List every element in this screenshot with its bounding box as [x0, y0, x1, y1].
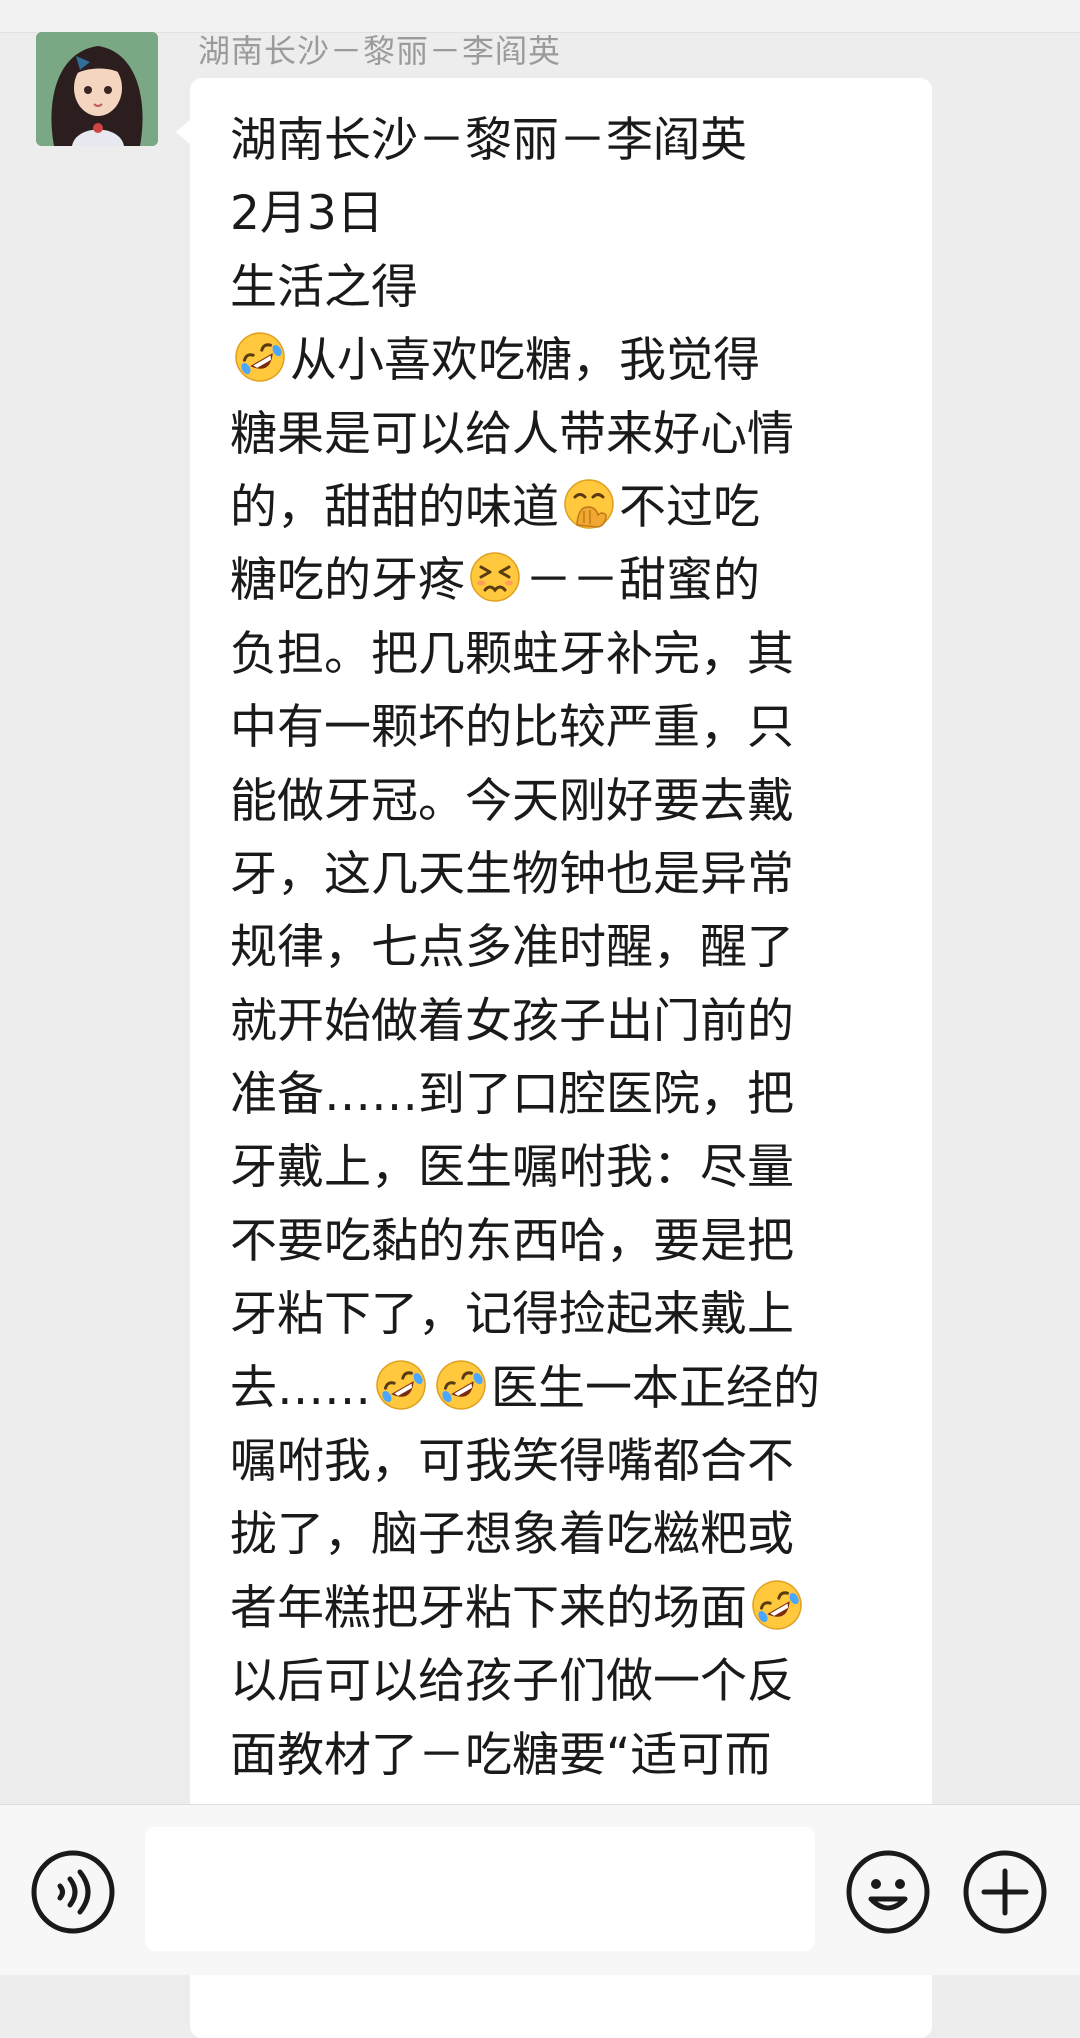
message-line: 规律，七点多准时醒，醒了 — [230, 911, 870, 984]
rofl-emoji — [374, 1358, 428, 1412]
message-text-segment: 生活之得 — [230, 259, 418, 315]
message-line: 以后可以给孩子们做一个反 — [230, 1645, 870, 1718]
rofl-emoji — [233, 330, 287, 384]
message-text-segment: 不过吃 — [619, 479, 760, 535]
message-line: 湖南长沙－黎丽－李阎英 — [230, 104, 870, 177]
message-text-segment: －－甜蜜的 — [525, 553, 760, 609]
emoji-face-icon[interactable] — [845, 1849, 931, 1935]
message-text-segment: 面教材了－吃糖要“适可而 — [230, 1727, 772, 1783]
message-text-segment: 医生一本正经的 — [491, 1360, 820, 1416]
message-text-segment: 去…… — [230, 1360, 371, 1416]
message-text-segment: 2月3日 — [230, 186, 384, 242]
message-line: 拢了，脑子想象着吃糍粑或 — [230, 1498, 870, 1571]
message-line: 嘱咐我，可我笑得嘴都合不 — [230, 1425, 870, 1498]
message-text-segment: 糖果是可以给人带来好心情 — [230, 406, 794, 462]
message-line: 去…… 医生一本正经的 — [230, 1352, 870, 1425]
avatar-image — [36, 32, 158, 146]
message-text-segment: 牙，这几天生物钟也是异常 — [230, 846, 794, 902]
message-text-segment: 者年糕把牙粘下来的场面 — [230, 1580, 747, 1636]
message-text-segment: 以后可以给孩子们做一个反 — [230, 1654, 794, 1710]
message-text-segment: 准备……到了口腔医院，把 — [230, 1067, 794, 1123]
message-text-segment: 规律，七点多准时醒，醒了 — [230, 920, 794, 976]
message-line: 不要吃黏的东西哈，要是把 — [230, 1205, 870, 1278]
message-text-segment: 糖吃的牙疼 — [230, 553, 465, 609]
message-line: 牙戴上，医生嘱咐我：尽量 — [230, 1131, 870, 1204]
message-line: 糖果是可以给人带来好心情 — [230, 398, 870, 471]
message-text-segment: 不要吃黏的东西哈，要是把 — [230, 1213, 794, 1269]
message-line: 的，甜甜的味道 不过吃 — [230, 471, 870, 544]
message-line: 面教材了－吃糖要“适可而 — [230, 1719, 870, 1792]
message-line: 负担。把几颗蛀牙补完，其 — [230, 618, 870, 691]
message-text-segment: 牙戴上，医生嘱咐我：尽量 — [230, 1140, 794, 1196]
message-line: 准备……到了口腔医院，把 — [230, 1058, 870, 1131]
message-text-segment: 嘱咐我，可我笑得嘴都合不 — [230, 1434, 794, 1490]
message-text-segment: 拢了，脑子想象着吃糍粑或 — [230, 1507, 794, 1563]
persevering-face-emoji — [468, 550, 522, 604]
message-text-segment: 中有一颗坏的比较严重，只 — [230, 700, 794, 756]
rofl-emoji — [434, 1358, 488, 1412]
message-text-segment: 湖南长沙－黎丽－李阎英 — [230, 113, 747, 168]
message-input[interactable] — [145, 1827, 815, 1951]
sender-name: 湖南长沙－黎丽－李阎英 — [198, 32, 562, 70]
plus-icon[interactable] — [962, 1849, 1048, 1935]
hand-over-mouth-emoji — [562, 477, 616, 531]
message-text-segment: 能做牙冠。今天刚好要去戴 — [230, 773, 794, 829]
message-text-segment: 牙粘下了，记得捡起来戴上 — [230, 1287, 794, 1343]
message-text-segment: 就开始做着女孩子出门前的 — [230, 993, 794, 1049]
message-line: 能做牙冠。今天刚好要去戴 — [230, 765, 870, 838]
rofl-emoji — [750, 1578, 804, 1632]
message-line: 就开始做着女孩子出门前的 — [230, 985, 870, 1058]
message-line: 牙粘下了，记得捡起来戴上 — [230, 1278, 870, 1351]
message-line: 中有一颗坏的比较严重，只 — [230, 691, 870, 764]
message-line: 2月3日 — [230, 177, 870, 250]
message-text-segment: 从小喜欢吃糖，我觉得 — [290, 333, 760, 389]
message-text-segment: 负担。把几颗蛀牙补完，其 — [230, 626, 794, 682]
chat-input-bar — [0, 1804, 1080, 1975]
message-line: 糖吃的牙疼 －－甜蜜的 — [230, 544, 870, 617]
message-line: 生活之得 — [230, 251, 870, 324]
message-line: 从小喜欢吃糖，我觉得 — [230, 324, 870, 397]
avatar[interactable] — [36, 32, 158, 146]
voice-icon[interactable] — [30, 1849, 116, 1935]
message-line: 者年糕把牙粘下来的场面 — [230, 1572, 870, 1645]
message-text[interactable]: 湖南长沙－黎丽－李阎英 2月3日生活之得从小喜欢吃糖，我觉得糖果是可以给人带来好心… — [230, 104, 870, 1792]
message-line: 牙，这几天生物钟也是异常 — [230, 838, 870, 911]
message-text-segment: 的，甜甜的味道 — [230, 479, 559, 535]
